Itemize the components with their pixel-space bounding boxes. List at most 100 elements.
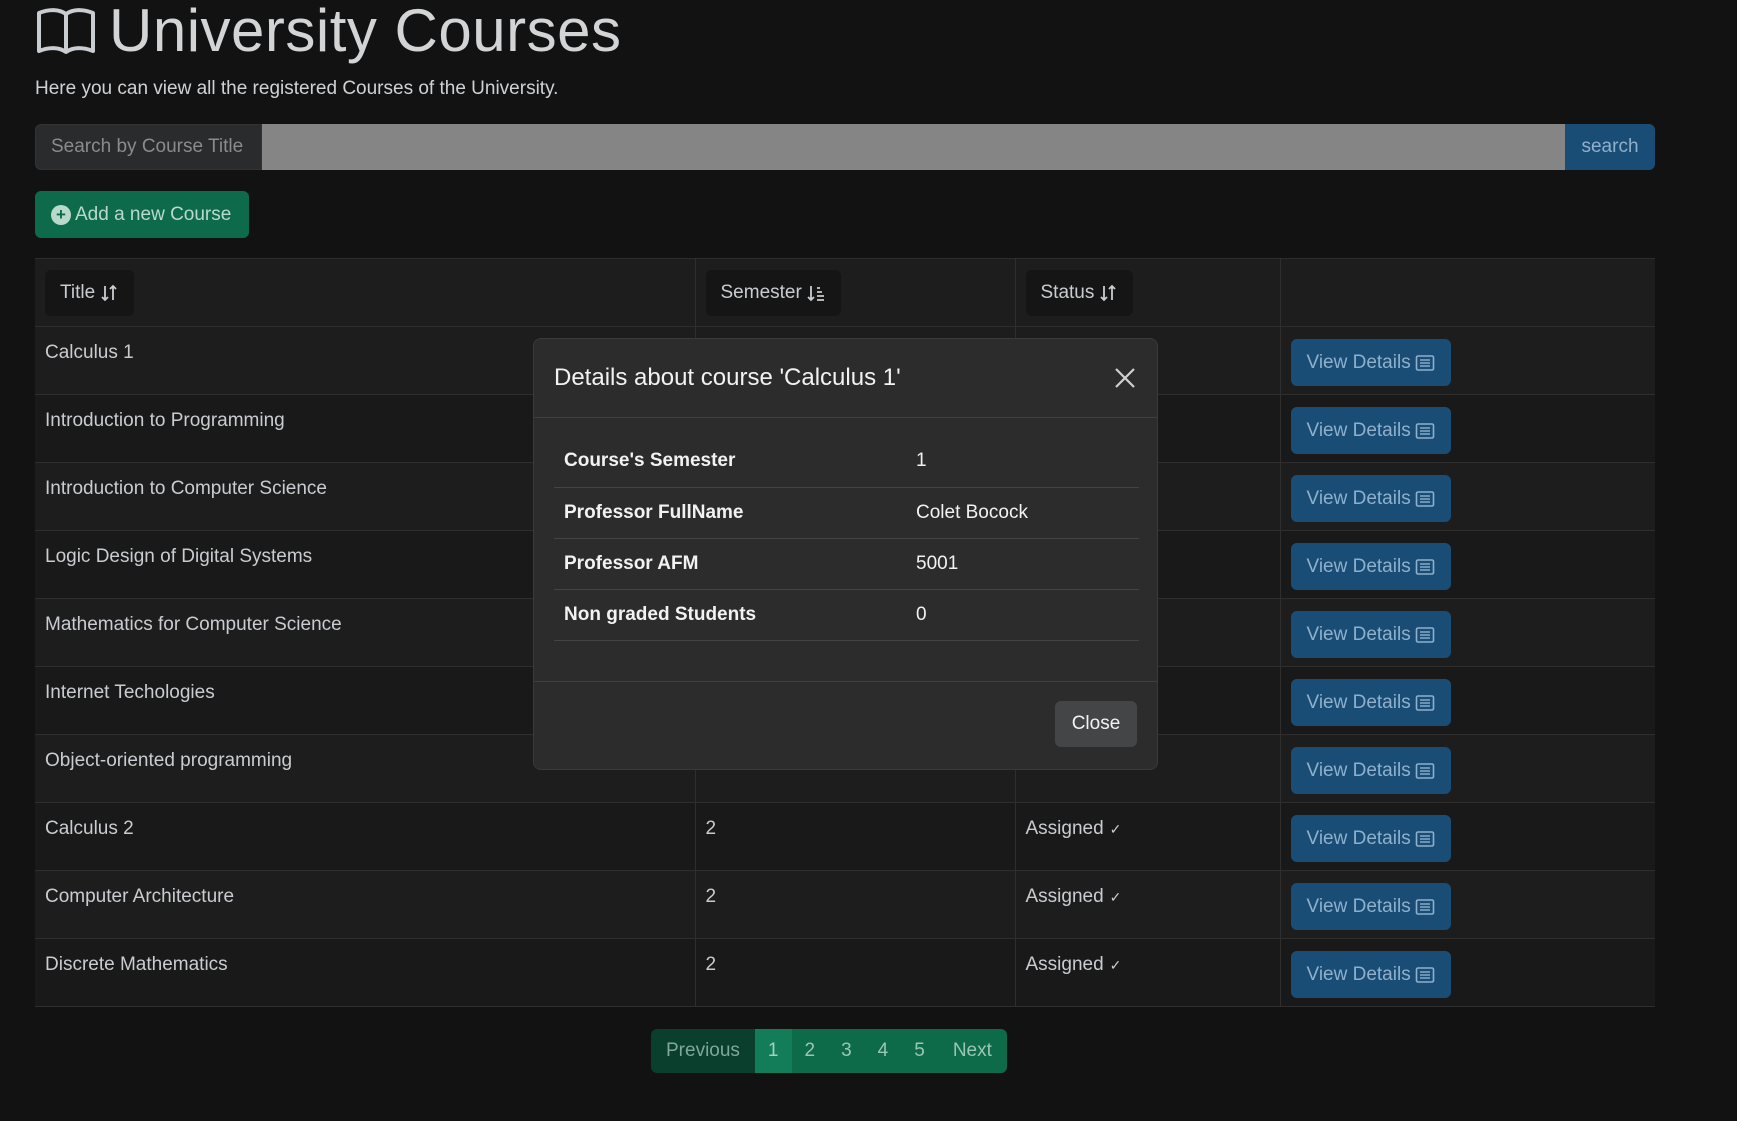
view-details-label: View Details [1306,487,1411,509]
column-header-semester: Semester [695,258,1016,327]
card-text-icon [1415,966,1435,983]
course-semester-cell: 2 [695,870,1016,939]
pagination-page-2[interactable]: 2 [791,1029,829,1073]
course-actions-cell: View Details [1280,462,1655,531]
detail-value: Colet Bocock [906,487,1139,539]
detail-key: Professor FullName [554,487,906,539]
detail-row: Course's Semester 1 [554,436,1139,488]
sort-status-button[interactable]: Status [1025,269,1134,316]
view-details-button[interactable]: View Details [1290,747,1451,794]
plus-circle-icon: + [51,204,71,225]
sort-semester-button[interactable]: Semester [705,269,841,316]
search-input-group: Search by Course Title [35,124,1565,170]
check-icon: ✓ [1109,957,1122,973]
table-row: Calculus 2 2 Assigned ✓ View Details [35,802,1655,871]
page-subtitle: Here you can view all the registered Cou… [35,78,559,99]
page-header: University Courses [35,0,1655,62]
pagination-previous[interactable]: Previous [651,1029,755,1073]
view-details-button[interactable]: View Details [1290,407,1451,454]
close-icon[interactable] [1113,366,1137,390]
card-text-icon [1415,830,1435,847]
column-header-actions [1280,258,1655,327]
pagination-next[interactable]: Next [937,1029,1007,1073]
view-details-label: View Details [1306,351,1411,373]
course-actions-cell: View Details [1280,530,1655,599]
modal-title: Details about course 'Calculus 1' [554,364,901,391]
view-details-label: View Details [1306,759,1411,781]
course-actions-cell: View Details [1280,802,1655,871]
table-row: Discrete Mathematics 2 Assigned ✓ View Detai… [35,938,1655,1007]
view-details-button[interactable]: View Details [1290,679,1451,726]
view-details-button[interactable]: View Details [1290,611,1451,658]
modal-header: Details about course 'Calculus 1' [534,339,1157,418]
pagination-page-5[interactable]: 5 [901,1029,938,1073]
course-actions-cell: View Details [1280,938,1655,1007]
view-details-button[interactable]: View Details [1290,951,1451,998]
search-input[interactable] [262,124,1565,170]
course-status-cell: Assigned ✓ [1015,938,1281,1007]
course-semester-cell: 2 [695,802,1016,871]
add-course-label: Add a new Course [75,203,232,225]
view-details-label: View Details [1306,623,1411,645]
status-label: Assigned [1025,818,1104,839]
pagination-page-1[interactable]: 1 [754,1029,792,1073]
check-icon: ✓ [1109,821,1122,837]
page-title: University Courses [109,0,622,64]
course-title-cell: Calculus 2 [35,802,696,871]
add-course-button[interactable]: + Add a new Course [35,191,249,238]
course-actions-cell: View Details [1280,734,1655,803]
sort-title-label: Title [60,281,96,303]
view-details-label: View Details [1306,691,1411,713]
view-details-button[interactable]: View Details [1290,543,1451,590]
course-status-cell: Assigned ✓ [1015,870,1281,939]
detail-value: 5001 [906,538,1139,590]
detail-key: Professor AFM [554,538,906,590]
course-details-table: Course's Semester 1 Professor FullName Col… [554,436,1139,641]
view-details-label: View Details [1306,963,1411,985]
pagination-page-4[interactable]: 4 [864,1029,902,1073]
view-details-label: View Details [1306,555,1411,577]
pagination-page-3[interactable]: 3 [828,1029,865,1073]
detail-row: Professor FullName Colet Bocock [554,487,1139,539]
sort-ascending-icon [807,285,824,301]
search-bar: Search by Course Title search [35,124,1655,170]
status-label: Assigned [1025,886,1104,907]
detail-key: Course's Semester [554,436,906,488]
course-details-modal: Details about course 'Calculus 1' Course… [533,338,1158,770]
modal-body: Course's Semester 1 Professor FullName Col… [534,418,1157,682]
view-details-label: View Details [1306,895,1411,917]
detail-key: Non graded Students [554,589,906,641]
view-details-button[interactable]: View Details [1290,815,1451,862]
sort-arrows-icon [1100,284,1117,301]
sort-title-button[interactable]: Title [45,269,135,316]
course-title-cell: Computer Architecture [35,870,696,939]
view-details-label: View Details [1306,827,1411,849]
course-actions-cell: View Details [1280,666,1655,735]
table-header-row: Title Semester Status [35,258,1655,327]
card-text-icon [1415,422,1435,439]
course-semester-cell: 2 [695,938,1016,1007]
course-title-cell: Discrete Mathematics [35,938,696,1007]
search-button[interactable]: search [1565,124,1655,170]
card-text-icon [1415,898,1435,915]
card-text-icon [1415,490,1435,507]
course-actions-cell: View Details [1280,326,1655,395]
card-text-icon [1415,558,1435,575]
status-label: Assigned [1025,954,1104,975]
card-text-icon [1415,762,1435,779]
close-button[interactable]: Close [1055,701,1137,747]
detail-row: Professor AFM 5001 [554,538,1139,590]
course-actions-cell: View Details [1280,598,1655,667]
view-details-button[interactable]: View Details [1290,339,1451,386]
course-actions-cell: View Details [1280,870,1655,939]
pagination: Previous 1 2 3 4 5 Next [651,1029,1007,1073]
view-details-button[interactable]: View Details [1290,883,1451,930]
modal-footer: Close [534,682,1157,766]
detail-value: 0 [906,589,1139,641]
view-details-button[interactable]: View Details [1290,475,1451,522]
sort-status-label: Status [1040,281,1095,303]
column-header-title: Title [35,258,696,327]
detail-row: Non graded Students 0 [554,589,1139,641]
book-icon [35,3,99,59]
sort-arrows-icon [101,284,117,301]
